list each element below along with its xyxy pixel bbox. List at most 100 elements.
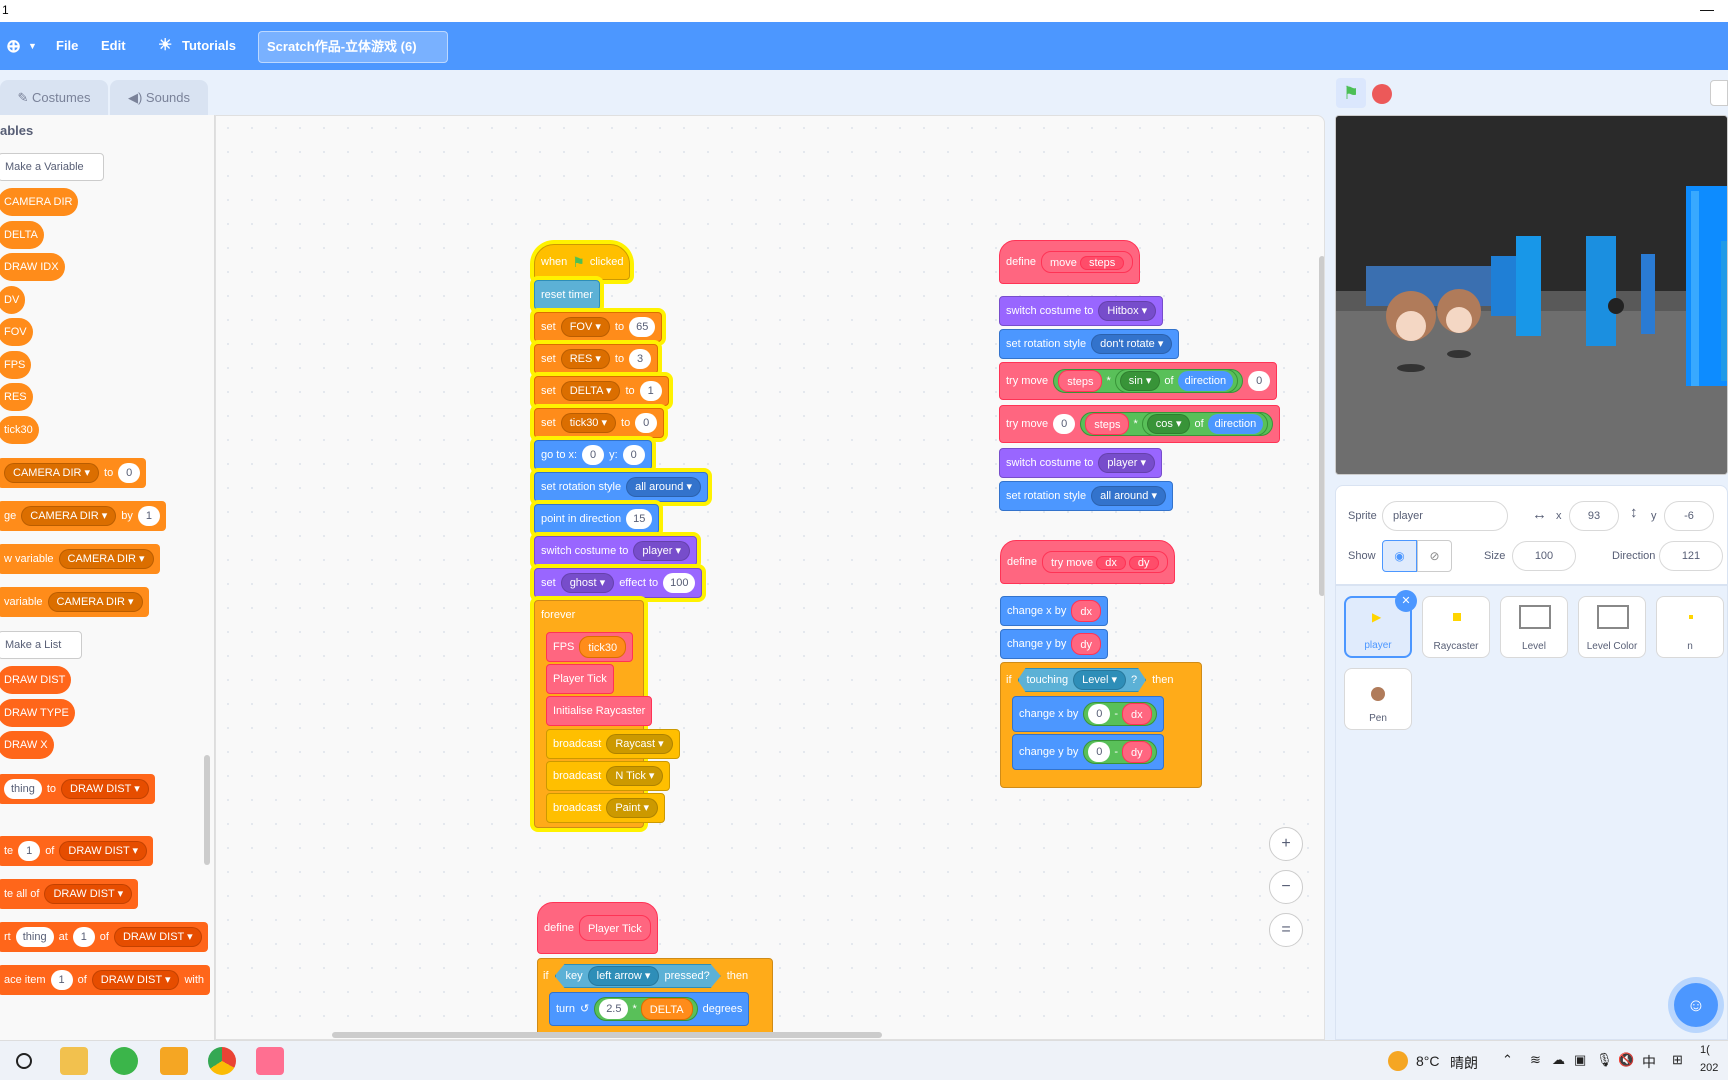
change-y-block[interactable]: change y by dy [1000,629,1108,659]
player-tick-call-block[interactable]: Player Tick [546,664,614,694]
clock-time[interactable]: 1( [1700,1044,1710,1056]
workspace-vscrollbar[interactable] [1319,256,1324,596]
sprite-name-input[interactable]: player [1382,501,1508,531]
wifi-icon[interactable]: ≋ [1530,1052,1541,1068]
stop-button[interactable] [1372,84,1392,104]
search-circle-icon[interactable] [16,1053,32,1069]
palette-scrollbar[interactable] [204,755,210,865]
tutorials-button[interactable]: Tutorials [182,22,236,70]
list-reporter[interactable]: DRAW DIST [0,666,72,694]
chrome-icon[interactable] [208,1047,236,1075]
variable-reporter[interactable]: DELTA [0,221,44,249]
zoom-out-button[interactable]: − [1269,870,1303,904]
sprite-thumb-raycaster[interactable]: Raycaster [1422,596,1490,658]
zoom-reset-button[interactable]: = [1269,913,1303,947]
sprite-thumb-n[interactable]: n [1656,596,1724,658]
ime-indicator[interactable]: 中 [1642,1052,1656,1072]
delete-item-block[interactable]: te 1 of DRAW DIST ▾ [0,836,154,866]
replace-item-block[interactable]: ace item 1 of DRAW DIST ▾ with [0,965,211,995]
code-workspace[interactable]: when ⚑ clicked reset timer set FOV ▾ to 65 se… [215,115,1325,1040]
change-variable-block[interactable]: ge CAMERA DIR ▾ by 1 [0,501,166,531]
define-move-hat[interactable]: define move steps [999,240,1141,284]
key-pressed-condition[interactable]: key left arrow ▾ pressed? [555,964,721,988]
tab-sounds[interactable]: ◀) Sounds [110,80,208,116]
go-to-xy-block[interactable]: go to x: 0 y: 0 [534,440,652,470]
variable-reporter[interactable]: CAMERA DIR [0,188,79,216]
project-title-input[interactable]: Scratch作品-立体游戏 (6) [258,31,448,63]
size-input[interactable]: 100 [1512,541,1576,571]
broadcast-raycast-block[interactable]: broadcast Raycast ▾ [546,729,680,759]
change-y-negative-block[interactable]: change y by 0- dy [1012,734,1164,770]
volume-muted-icon[interactable]: 🔇 [1618,1052,1634,1068]
wechat-icon[interactable] [110,1047,138,1075]
sprite-thumb-level[interactable]: Level [1500,596,1568,658]
tab-costumes[interactable]: ✎ Costumes [0,80,108,116]
set-ghost-effect-block[interactable]: set ghost ▾ effect to 100 [534,568,703,598]
variable-reporter[interactable]: FPS [0,351,32,379]
sprite-thumb-level-color[interactable]: Level Color [1578,596,1646,658]
show-visible-button[interactable]: ◉ [1382,540,1417,572]
delete-all-block[interactable]: te all of DRAW DIST ▾ [0,879,139,909]
variable-dropdown[interactable]: CAMERA DIR ▾ [21,506,117,526]
show-variable-block[interactable]: w variable CAMERA DIR ▾ [0,544,160,574]
insert-item-block[interactable]: rt thing at 1 of DRAW DIST ▾ [0,922,208,952]
when-flag-clicked-hat[interactable]: when ⚑ clicked [534,244,630,280]
stage-canvas[interactable] [1335,115,1728,475]
point-in-direction-block[interactable]: point in direction 15 [534,504,660,534]
y-position-input[interactable]: -6 [1664,501,1714,531]
turn-block[interactable]: turn ↺ 2.5 * DELTA degrees [549,992,750,1026]
zoom-in-button[interactable]: + [1269,827,1303,861]
variable-dropdown[interactable]: CAMERA DIR ▾ [47,592,143,612]
direction-input[interactable]: 121 [1659,541,1723,571]
clock-date[interactable]: 202 [1700,1062,1718,1074]
switch-costume-block[interactable]: switch costume to player ▾ [534,536,697,566]
variable-reporter[interactable]: RES [0,383,33,411]
list-dropdown[interactable]: DRAW DIST ▾ [59,841,148,861]
set-fov-block[interactable]: set FOV ▾ to 65 [534,312,663,342]
lala-app-icon[interactable] [256,1047,284,1075]
add-to-list-block[interactable]: thing to DRAW DIST ▾ [0,774,155,804]
file-menu[interactable]: File [56,22,78,70]
add-sprite-button[interactable]: ☺ [1674,983,1718,1027]
notes-app-icon[interactable] [160,1047,188,1075]
file-explorer-icon[interactable] [60,1047,88,1075]
broadcast-ntick-block[interactable]: broadcast N Tick ▾ [546,761,671,791]
try-move-sin-block[interactable]: try move steps * sin ▾ of direction 0 [999,362,1278,400]
fps-block[interactable]: FPS tick30 [546,632,634,662]
variable-reporter[interactable]: DRAW IDX [0,253,65,281]
variable-reporter[interactable]: DV [0,286,26,314]
cloud-icon[interactable]: ☁ [1552,1052,1565,1068]
tray-app-icon[interactable]: ▣ [1574,1052,1586,1068]
language-globe-icon[interactable]: ⊕ [6,22,21,70]
set-rotation-all-around-block[interactable]: set rotation style all around ▾ [999,481,1173,511]
set-variable-block[interactable]: CAMERA DIR ▾ to 0 [0,458,147,488]
stage-size-toggle[interactable] [1710,80,1728,106]
change-x-negative-block[interactable]: change x by 0- dx [1012,696,1164,732]
microphone-icon[interactable]: 🎙 [1596,1052,1613,1068]
make-variable-button[interactable]: Make a Variable [0,153,104,181]
workspace-hscrollbar[interactable] [332,1032,882,1038]
set-res-block[interactable]: set RES ▾ to 3 [534,344,659,374]
list-dropdown[interactable]: DRAW DIST ▾ [44,884,133,904]
variable-dropdown[interactable]: CAMERA DIR ▾ [58,549,154,569]
reset-timer-block[interactable]: reset timer [534,280,600,310]
set-rotation-dont-rotate-block[interactable]: set rotation style don't rotate ▾ [999,329,1180,359]
initialise-raycaster-block[interactable]: Initialise Raycaster [546,696,653,726]
edit-menu[interactable]: Edit [101,22,126,70]
switch-costume-hitbox-block[interactable]: switch costume to Hitbox ▾ [999,296,1164,326]
touching-level-condition[interactable]: touching Level ▾? [1018,668,1147,692]
set-tick30-block[interactable]: set tick30 ▾ to 0 [534,408,665,438]
minimize-button[interactable]: — [1700,1,1714,17]
sprite-thumb-pen[interactable]: Pen [1344,668,1412,730]
green-flag-button[interactable]: ⚑ [1336,78,1366,108]
x-position-input[interactable]: 93 [1569,501,1619,531]
variable-reporter[interactable]: FOV [0,318,33,346]
variable-reporter[interactable]: tick30 [0,416,39,444]
variable-dropdown[interactable]: CAMERA DIR ▾ [4,463,100,483]
hide-sprite-button[interactable]: ⊘ [1417,540,1452,572]
list-dropdown[interactable]: DRAW DIST ▾ [91,970,180,990]
hide-variable-block[interactable]: variable CAMERA DIR ▾ [0,587,149,617]
define-player-tick-hat[interactable]: define Player Tick [537,902,658,954]
switch-costume-player-block[interactable]: switch costume to player ▾ [999,448,1162,478]
list-dropdown[interactable]: DRAW DIST ▾ [61,779,149,799]
